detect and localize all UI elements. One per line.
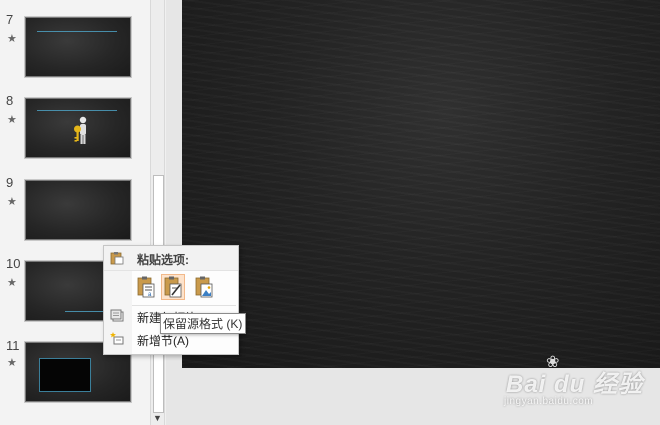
animation-star-icon: ★	[7, 357, 17, 369]
paste-keep-source-formatting-button[interactable]	[161, 274, 185, 300]
title-line	[37, 110, 117, 111]
paste-use-destination-theme-button[interactable]: a	[134, 274, 158, 300]
slide-number: 10	[6, 256, 21, 271]
baidu-jingyan-watermark: ❀ Bai du 经验 jingyan.baidu.com	[502, 352, 652, 412]
keep-source-formatting-tooltip: 保留源格式 (K)	[160, 313, 246, 334]
slide-number: 8	[6, 93, 14, 108]
slide-thumbnail-8[interactable]	[24, 97, 132, 159]
paste-keep-source-formatting-icon	[164, 276, 182, 298]
scroll-down-arrow-icon[interactable]: ▼	[151, 411, 164, 425]
person-with-key-icon	[74, 116, 87, 144]
paste-use-destination-theme-icon: a	[137, 276, 155, 298]
new-slide-icon	[110, 309, 124, 322]
slide-thumbnail-7[interactable]	[24, 16, 132, 78]
slide-number: 9	[6, 175, 14, 190]
thumbnail-scrollbar[interactable]: ▼	[150, 0, 165, 425]
watermark-brand: Bai du 经验	[506, 371, 644, 398]
slide-thumbnail-9[interactable]	[24, 179, 132, 241]
animation-star-icon: ★	[7, 114, 17, 126]
paste-options-label: 粘贴选项:	[137, 253, 189, 267]
slide-thumbnail-pane: 7 ★ 8 ★ 9 ★ 10 ★ 11 ★	[0, 0, 150, 425]
context-menu: 粘贴选项: a 新增节(A)	[103, 245, 239, 355]
clipboard-icon	[110, 252, 124, 265]
paste-as-picture-icon	[195, 276, 213, 298]
title-line	[37, 31, 117, 32]
slide-number: 7	[6, 12, 14, 27]
animation-star-icon: ★	[7, 277, 17, 289]
watermark-url: jingyan.baidu.com	[504, 396, 594, 407]
animation-star-icon: ★	[7, 196, 17, 208]
paste-as-picture-button[interactable]	[192, 274, 216, 300]
chalkboard-slide-canvas[interactable]	[182, 0, 660, 368]
new-section-icon	[110, 332, 124, 345]
slide-number: 11	[6, 338, 20, 353]
paste-options-header: 粘贴选项:	[104, 246, 238, 271]
animation-star-icon: ★	[7, 33, 17, 45]
dark-box	[39, 358, 91, 392]
